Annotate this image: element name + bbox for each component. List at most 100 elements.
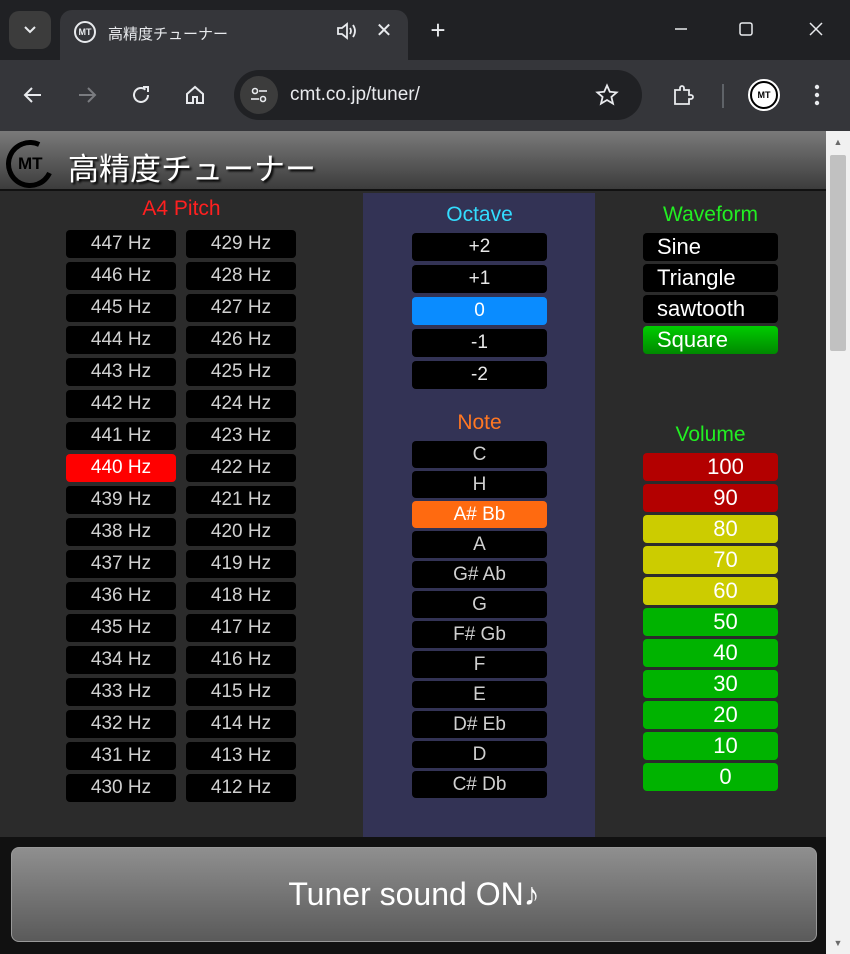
pitch-option[interactable]: 435 Hz [66, 614, 176, 642]
waveform-option[interactable]: Sine [643, 233, 778, 261]
address-bar[interactable]: cmt.co.jp/tuner/ [234, 70, 642, 120]
note-option[interactable]: C# Db [412, 771, 547, 798]
volume-level-button[interactable]: 100 [643, 453, 778, 481]
pitch-option[interactable]: 421 Hz [186, 486, 296, 514]
volume-level-button[interactable]: 10 [643, 732, 778, 760]
pitch-option[interactable]: 416 Hz [186, 646, 296, 674]
volume-level-button[interactable]: 40 [643, 639, 778, 667]
volume-level-button[interactable]: 60 [643, 577, 778, 605]
maximize-icon[interactable] [731, 14, 761, 44]
reload-icon[interactable] [126, 80, 156, 110]
new-tab-button[interactable]: + [424, 16, 452, 44]
volume-level-button[interactable]: 70 [643, 546, 778, 574]
tab-close-icon[interactable]: ✕ [372, 18, 396, 42]
pitch-option[interactable]: 412 Hz [186, 774, 296, 802]
extensions-puzzle-icon[interactable] [668, 80, 698, 110]
pitch-option[interactable]: 446 Hz [66, 262, 176, 290]
pitch-option[interactable]: 414 Hz [186, 710, 296, 738]
site-settings-icon[interactable] [240, 76, 278, 114]
note-option[interactable]: D [412, 741, 547, 768]
back-arrow-icon[interactable] [18, 80, 48, 110]
volume-level-button[interactable]: 20 [643, 701, 778, 729]
pitch-option[interactable]: 447 Hz [66, 230, 176, 258]
pitch-option[interactable]: 433 Hz [66, 678, 176, 706]
volume-level-label: 80 [713, 516, 738, 541]
scroll-up-arrow-icon[interactable]: ▲ [826, 133, 850, 151]
active-tab[interactable]: MT 高精度チューナー ✕ [60, 10, 408, 60]
pitch-option[interactable]: 431 Hz [66, 742, 176, 770]
octave-option[interactable]: +2 [412, 233, 547, 261]
pitch-option[interactable]: 442 Hz [66, 390, 176, 418]
pitch-option[interactable]: 434 Hz [66, 646, 176, 674]
waveform-option[interactable]: sawtooth [643, 295, 778, 323]
note-option[interactable]: A# Bb [412, 501, 547, 528]
pitch-option[interactable]: 439 Hz [66, 486, 176, 514]
speaker-icon[interactable] [335, 20, 361, 44]
pitch-option[interactable]: 420 Hz [186, 518, 296, 546]
volume-level-button[interactable]: 90 [643, 484, 778, 512]
volume-level-button[interactable]: 50 [643, 608, 778, 636]
note-option[interactable]: E [412, 681, 547, 708]
pitch-option[interactable]: 419 Hz [186, 550, 296, 578]
volume-level-label: 10 [713, 733, 738, 758]
pitch-option[interactable]: 444 Hz [66, 326, 176, 354]
bookmark-star-icon[interactable] [592, 80, 622, 110]
pitch-option[interactable]: 415 Hz [186, 678, 296, 706]
octave-option[interactable]: +1 [412, 265, 547, 293]
note-option[interactable]: F# Gb [412, 621, 547, 648]
pitch-option[interactable]: 427 Hz [186, 294, 296, 322]
pitch-option[interactable]: 430 Hz [66, 774, 176, 802]
note-option[interactable]: G# Ab [412, 561, 547, 588]
pitch-option[interactable]: 423 Hz [186, 422, 296, 450]
tab-search-button[interactable] [9, 11, 51, 49]
profile-avatar[interactable]: MT [748, 79, 780, 111]
note-option[interactable]: H [412, 471, 547, 498]
volume-level-button[interactable]: 80 [643, 515, 778, 543]
home-icon[interactable] [180, 80, 210, 110]
pitch-option[interactable]: 422 Hz [186, 454, 296, 482]
waveform-option[interactable]: Square [643, 326, 778, 354]
profile-logo-icon: MT [750, 81, 778, 109]
pitch-option[interactable]: 418 Hz [186, 582, 296, 610]
volume-level-button[interactable]: 30 [643, 670, 778, 698]
more-menu-icon[interactable] [802, 80, 832, 110]
pitch-option[interactable]: 429 Hz [186, 230, 296, 258]
pitch-option[interactable]: 438 Hz [66, 518, 176, 546]
octave-title: Octave [446, 203, 513, 226]
pitch-option[interactable]: 437 Hz [66, 550, 176, 578]
volume-level-label: 70 [713, 547, 738, 572]
pitch-option[interactable]: 413 Hz [186, 742, 296, 770]
scroll-thumb[interactable] [830, 155, 846, 351]
pitch-option[interactable]: 424 Hz [186, 390, 296, 418]
note-option[interactable]: A [412, 531, 547, 558]
bottom-bar: Tuner sound ON♪ [0, 837, 826, 954]
note-option[interactable]: G [412, 591, 547, 618]
scroll-down-arrow-icon[interactable]: ▼ [826, 934, 850, 952]
minimize-icon[interactable] [666, 14, 696, 44]
pitch-option[interactable]: 425 Hz [186, 358, 296, 386]
note-option[interactable]: C [412, 441, 547, 468]
octave-option[interactable]: -1 [412, 329, 547, 357]
pitch-option[interactable]: 432 Hz [66, 710, 176, 738]
tuner-sound-button[interactable]: Tuner sound ON♪ [11, 847, 817, 942]
octave-option[interactable]: -2 [412, 361, 547, 389]
url-text[interactable]: cmt.co.jp/tuner/ [290, 84, 420, 106]
pitch-option[interactable]: 443 Hz [66, 358, 176, 386]
page-scrollbar[interactable]: ▲ ▼ [826, 131, 850, 954]
pitch-option[interactable]: 445 Hz [66, 294, 176, 322]
window-close-icon[interactable] [801, 14, 831, 44]
note-option[interactable]: F [412, 651, 547, 678]
octave-option[interactable]: 0 [412, 297, 547, 325]
note-option[interactable]: D# Eb [412, 711, 547, 738]
pitch-option[interactable]: 428 Hz [186, 262, 296, 290]
waveform-option[interactable]: Triangle [643, 264, 778, 292]
volume-title: Volume [675, 423, 746, 446]
pitch-option[interactable]: 426 Hz [186, 326, 296, 354]
pitch-option[interactable]: 441 Hz [66, 422, 176, 450]
pitch-option[interactable]: 440 Hz [66, 454, 176, 482]
pitch-option[interactable]: 417 Hz [186, 614, 296, 642]
volume-level-button[interactable]: 0 [643, 763, 778, 791]
pitch-option[interactable]: 436 Hz [66, 582, 176, 610]
volume-level-label: 30 [713, 671, 738, 696]
forward-arrow-icon[interactable] [72, 80, 102, 110]
